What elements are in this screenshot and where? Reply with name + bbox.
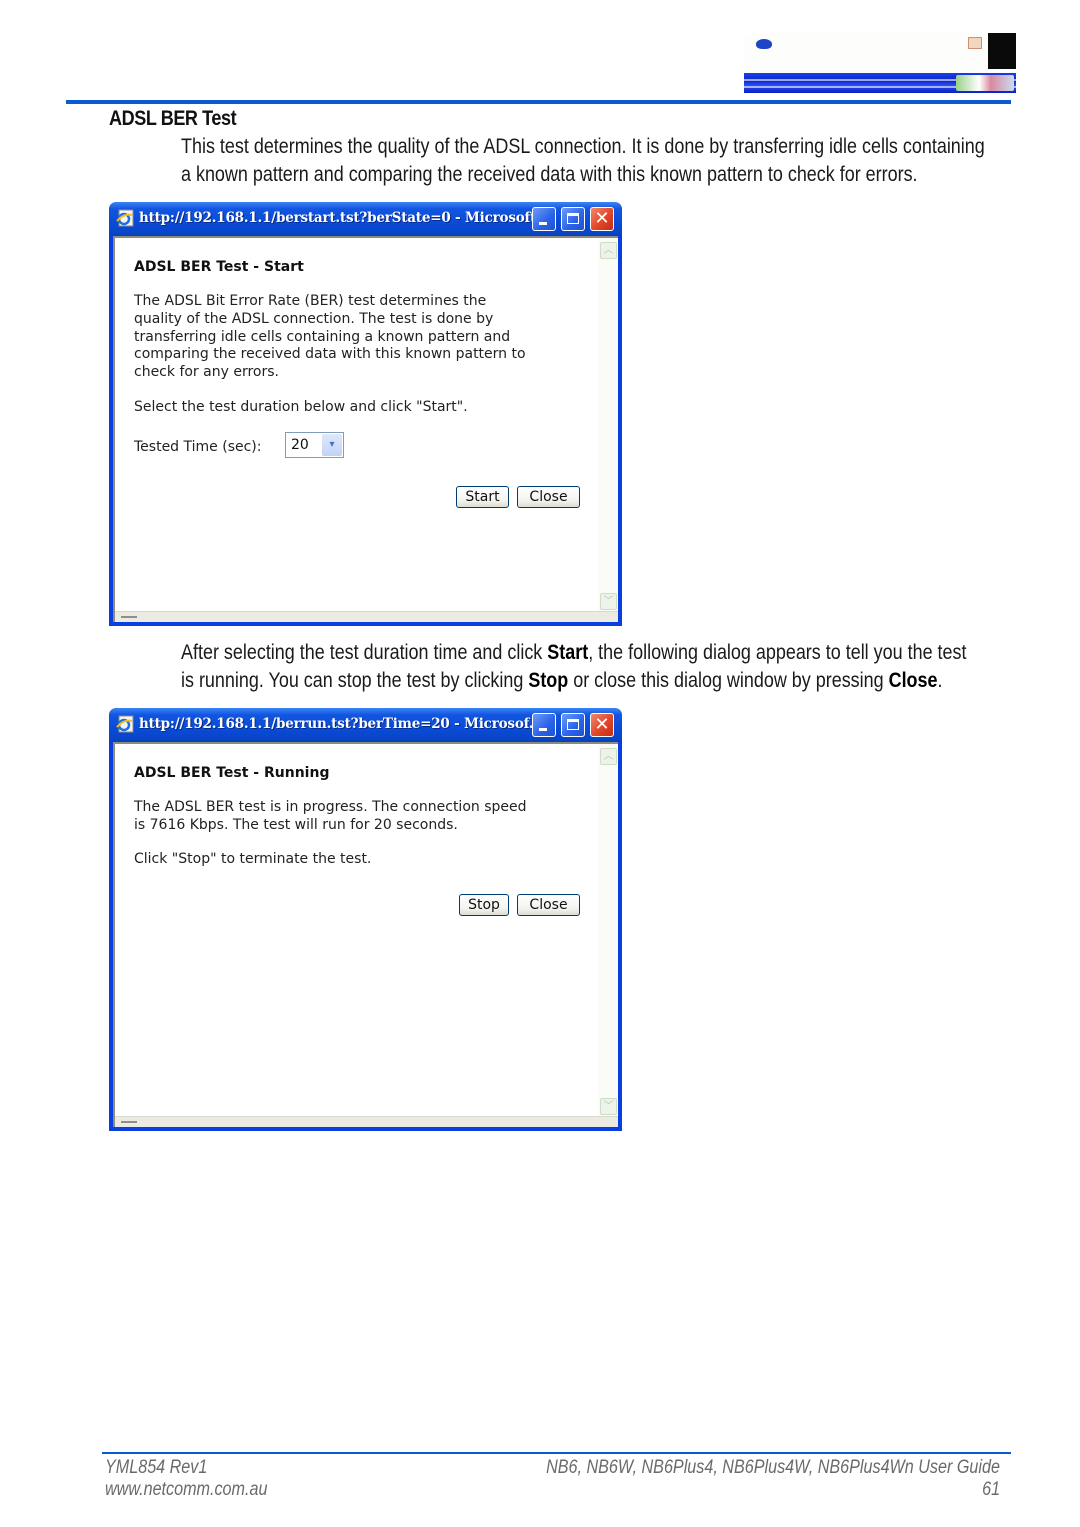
duration-select-value: 20 [291, 437, 309, 453]
dialog-instruction: Select the test duration below and click… [134, 399, 468, 415]
close-emphasis: Close [888, 669, 938, 692]
minimize-button[interactable] [532, 207, 556, 231]
section-title: ADSL BER Test [109, 107, 237, 130]
status-progress-indicator [121, 1121, 137, 1123]
footer-divider [102, 1452, 1011, 1454]
close-button[interactable]: Close [517, 486, 580, 508]
scroll-down-icon[interactable]: ﹀ [600, 1098, 617, 1115]
stop-emphasis: Stop [528, 669, 569, 692]
maximize-button[interactable] [561, 207, 585, 231]
after-paragraph-line-2: is running. You can stop the test by cli… [181, 667, 1002, 695]
after-text-2b: or close this dialog window by pressing [568, 669, 889, 692]
footer-website-link[interactable]: www.netcomm.com.au [105, 1479, 267, 1501]
intro-paragraph-line-1: This test determines the quality of the … [181, 135, 985, 158]
footer-doc-code: YML854 Rev1 [105, 1457, 208, 1478]
close-icon: ✕ [594, 208, 610, 229]
minimize-button[interactable] [532, 713, 556, 737]
dialog-heading: ADSL BER Test - Running [134, 765, 330, 781]
header-logo-image [744, 33, 1016, 93]
minimize-icon [539, 222, 547, 225]
window-content: ADSL BER Test - Running The ADSL BER tes… [113, 742, 618, 1127]
ber-start-window: http://192.168.1.1/berstart.tst?berState… [109, 202, 622, 626]
window-title: http://192.168.1.1/berstart.tst?berState… [139, 210, 550, 226]
dialog-description: The ADSL Bit Error Rate (BER) test deter… [134, 293, 526, 381]
stop-button[interactable]: Stop [459, 894, 509, 916]
dialog-instruction: Click "Stop" to terminate the test. [134, 851, 372, 867]
minimize-icon [539, 728, 547, 731]
vertical-scrollbar[interactable]: ︿ ﹀ [598, 744, 618, 1117]
status-bar [115, 1116, 618, 1127]
window-content: ADSL BER Test - Start The ADSL Bit Error… [113, 236, 618, 622]
scroll-up-icon[interactable]: ︿ [600, 748, 617, 765]
start-button[interactable]: Start [456, 486, 509, 508]
duration-label: Tested Time (sec): [134, 439, 262, 455]
start-emphasis: Start [547, 641, 589, 664]
close-window-button[interactable]: ✕ [590, 713, 614, 737]
after-text-1a: After selecting the test duration time a… [181, 641, 548, 664]
header-divider [66, 100, 1011, 104]
window-titlebar[interactable]: http://192.168.1.1/berstart.tst?berState… [109, 202, 622, 236]
intro-paragraph-line-2: a known pattern and comparing the receiv… [181, 163, 918, 186]
window-titlebar[interactable]: http://192.168.1.1/berrun.tst?berTime=20… [109, 708, 622, 742]
window-title: http://192.168.1.1/berrun.tst?berTime=20… [139, 716, 543, 732]
scroll-down-icon[interactable]: ﹀ [600, 593, 617, 610]
close-window-button[interactable]: ✕ [590, 207, 614, 231]
close-button[interactable]: Close [517, 894, 580, 916]
chevron-down-icon[interactable]: ▾ [322, 434, 342, 456]
maximize-icon [567, 719, 579, 730]
status-bar [115, 611, 618, 622]
maximize-button[interactable] [561, 713, 585, 737]
after-text-2-end: . [937, 669, 943, 692]
page-number: 61 [982, 1479, 1000, 1500]
footer-guide-title: NB6, NB6W, NB6Plus4, NB6Plus4W, NB6Plus4… [546, 1457, 1000, 1478]
logo-background [744, 33, 988, 73]
logo-badge-icon [968, 37, 982, 49]
maximize-icon [567, 213, 579, 224]
after-paragraph-line-1: After selecting the test duration time a… [181, 639, 1002, 667]
dialog-description: The ADSL BER test is in progress. The co… [134, 799, 527, 833]
logo-dark-block [988, 33, 1016, 69]
status-progress-indicator [121, 616, 137, 618]
close-icon: ✕ [594, 714, 610, 735]
duration-select[interactable]: 20 ▾ [285, 432, 344, 458]
logo-tray-icons [956, 75, 1014, 91]
scroll-up-icon[interactable]: ︿ [600, 242, 617, 259]
after-text-2a: is running. You can stop the test by cli… [181, 669, 529, 692]
internet-explorer-icon [116, 209, 134, 227]
after-text-1b: , the following dialog appears to tell y… [588, 641, 967, 664]
logo-gem-icon [756, 39, 772, 49]
vertical-scrollbar[interactable]: ︿ ﹀ [598, 238, 618, 612]
dialog-heading: ADSL BER Test - Start [134, 259, 304, 275]
ber-running-window: http://192.168.1.1/berrun.tst?berTime=20… [109, 708, 622, 1131]
internet-explorer-icon [116, 715, 134, 733]
